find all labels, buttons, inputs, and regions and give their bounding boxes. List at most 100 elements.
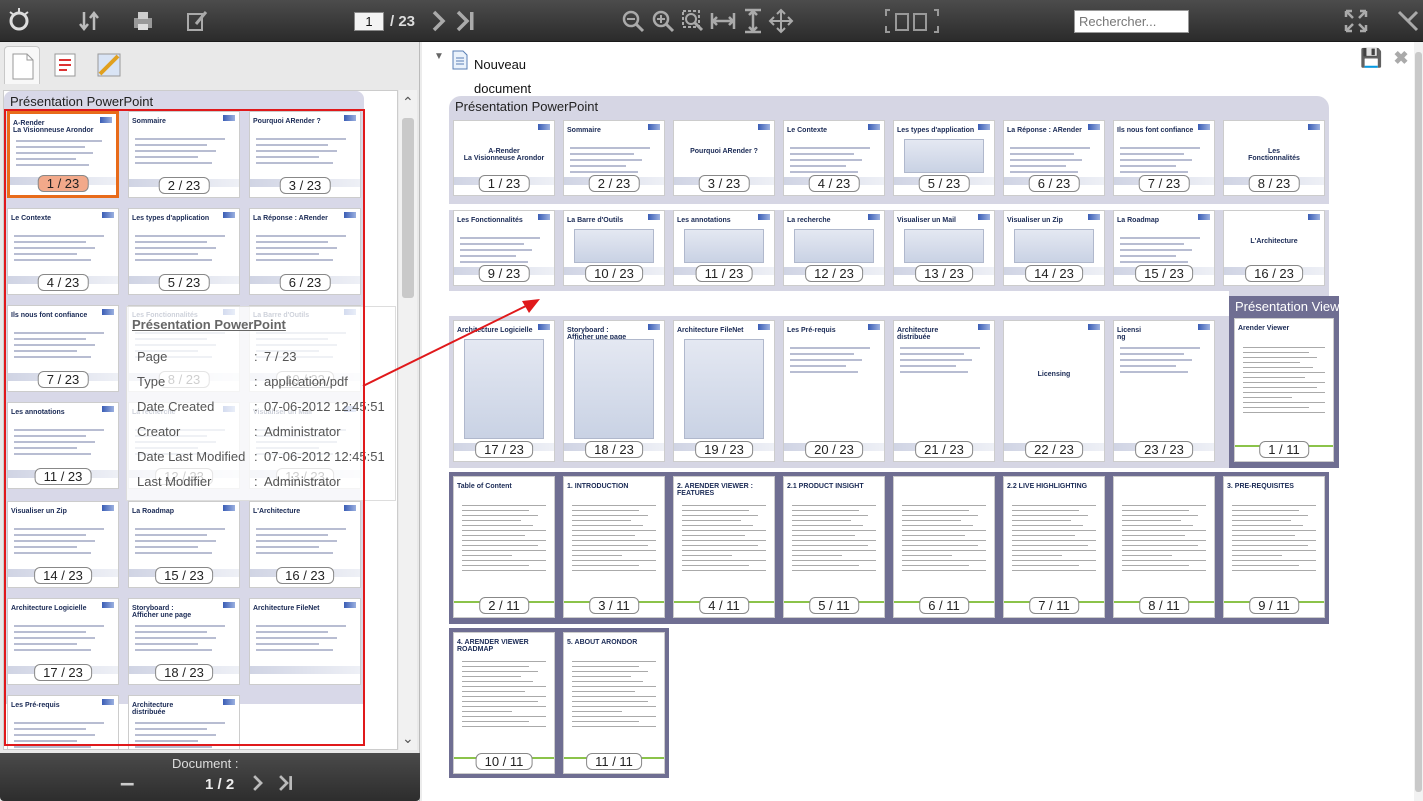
thumbnail-title: Les Pré-requis: [787, 327, 836, 334]
page-thumbnail[interactable]: La Roadmap 15 / 23: [1113, 210, 1215, 286]
tools-icon[interactable]: [1395, 8, 1421, 34]
page-thumbnail[interactable]: 4. ARENDER VIEWER ROADMAP 10 / 11: [453, 632, 555, 774]
left-panel: Présentation PowerPoint A-Render La Visi…: [0, 42, 420, 801]
page-label: 2 / 23: [588, 175, 640, 192]
page-thumbnail[interactable]: 6 / 11: [893, 476, 995, 618]
page-label: 14 / 23: [1025, 265, 1083, 282]
brand-logo-icon: [1088, 124, 1100, 130]
page-thumbnail[interactable]: Les Fonctionnalités 8 / 23: [1223, 120, 1325, 196]
page-thumbnail[interactable]: Arender Viewer 1 / 11: [1234, 318, 1334, 462]
tab-annotations[interactable]: [48, 46, 84, 84]
fullscreen-icon[interactable]: [1343, 8, 1369, 34]
previous-document-icon[interactable]: –: [120, 767, 134, 798]
page-thumbnail[interactable]: 8 / 11: [1113, 476, 1215, 618]
thumbnail-title: La Roadmap: [1117, 217, 1160, 224]
fit-width-icon[interactable]: [710, 8, 736, 34]
left-scrollbar[interactable]: ⌃ ⌄: [399, 90, 417, 750]
scroll-down-icon[interactable]: ⌄: [402, 730, 414, 747]
sort-arrows-icon[interactable]: [76, 8, 102, 34]
page-thumbnail[interactable]: Pourquoi ARender ? 3 / 23: [673, 120, 775, 196]
brand-logo-icon: [868, 214, 880, 220]
page-thumbnail[interactable]: Licensing 22 / 23: [1003, 320, 1105, 462]
page-label: 11 / 23: [695, 265, 753, 282]
brand-logo-icon: [648, 124, 660, 130]
next-page-icon[interactable]: [425, 8, 451, 34]
thumbnail-title: Ils nous font confiance: [1117, 127, 1194, 134]
scroll-up-icon[interactable]: ⌃: [402, 94, 414, 111]
right-group-title: Présentation PowerPoint: [455, 99, 599, 114]
fit-height-icon[interactable]: [740, 8, 766, 34]
page-label: 9 / 23: [478, 265, 530, 282]
page-thumbnail[interactable]: La Réponse : ARender 6 / 23: [1003, 120, 1105, 196]
document-title[interactable]: Nouveau document: [474, 53, 544, 101]
page-thumbnail[interactable]: L'Architecture 16 / 23: [1223, 210, 1325, 286]
page-thumbnail[interactable]: A-Render La Visionneuse Arondor 1 / 23: [453, 120, 555, 196]
page-thumbnail[interactable]: 3. PRE-REQUISITES 9 / 11: [1223, 476, 1325, 618]
page-thumbnail[interactable]: Ils nous font confiance 7 / 23: [1113, 120, 1215, 196]
page-thumbnail[interactable]: Storyboard : Afficher une page 18 / 23: [563, 320, 665, 462]
edit-icon[interactable]: [184, 8, 210, 34]
brand-logo-icon: [978, 124, 990, 130]
page-thumbnail[interactable]: Table of Content 2 / 11: [453, 476, 555, 618]
thumbnail-title: 5. ABOUT ARONDOR: [567, 639, 638, 646]
slide-image: [1014, 229, 1094, 263]
document-navigation: Document : – 1 / 2: [0, 753, 420, 801]
slide-image: [904, 139, 984, 173]
page-thumbnail[interactable]: 5. ABOUT ARONDOR 11 / 11: [563, 632, 665, 774]
page-thumbnail[interactable]: 1. INTRODUCTION 3 / 11: [563, 476, 665, 618]
page-thumbnail[interactable]: Architecture distribuée 21 / 23: [893, 320, 995, 462]
zoom-out-icon[interactable]: [620, 8, 646, 34]
tab-thumbnails[interactable]: [4, 46, 40, 84]
collapse-arrow-icon[interactable]: ▼: [434, 51, 444, 62]
last-page-icon[interactable]: [453, 8, 479, 34]
brand-logo-icon: [868, 324, 880, 330]
close-icon[interactable]: ✖: [1393, 48, 1408, 68]
page-thumbnail[interactable]: Les Fonctionnalités 9 / 23: [453, 210, 555, 286]
page-thumbnail[interactable]: 2.2 LIVE HIGHLIGHTING 7 / 11: [1003, 476, 1105, 618]
page-thumbnail[interactable]: La recherche 12 / 23: [783, 210, 885, 286]
page-thumbnail[interactable]: Les Pré-requis 20 / 23: [783, 320, 885, 462]
page-thumbnail[interactable]: 2.1 PRODUCT INSIGHT 5 / 11: [783, 476, 885, 618]
brand-logo-icon: [648, 214, 660, 220]
page-thumbnail[interactable]: Le Contexte 4 / 23: [783, 120, 885, 196]
page-thumbnail[interactable]: Visualiser un Mail 13 / 23: [893, 210, 995, 286]
page-thumbnail[interactable]: Visualiser un Zip 14 / 23: [1003, 210, 1105, 286]
brand-logo-icon: [758, 324, 770, 330]
page-thumbnail[interactable]: Les types d'application 5 / 23: [893, 120, 995, 196]
page-label: 6 / 23: [1028, 175, 1080, 192]
zoom-in-icon[interactable]: [650, 8, 676, 34]
compare-pages-icon[interactable]: [884, 8, 940, 34]
page-label: 18 / 23: [585, 441, 643, 458]
thumbnail-title: Sommaire: [567, 127, 601, 134]
page-label: 5 / 11: [809, 597, 859, 614]
page-thumbnail[interactable]: Architecture FileNet 19 / 23: [673, 320, 775, 462]
page-thumbnail[interactable]: Licensi ng 23 / 23: [1113, 320, 1215, 462]
thumbnail-title: La recherche: [787, 217, 831, 224]
brand-logo-icon: [1198, 214, 1210, 220]
scroll-thumb[interactable]: [402, 118, 414, 298]
zoom-box-icon[interactable]: [680, 8, 706, 34]
page-label: 20 / 23: [805, 441, 863, 458]
search-input[interactable]: [1074, 10, 1189, 33]
print-icon[interactable]: [130, 8, 156, 34]
thumbnail-title: Architecture Logicielle: [457, 327, 533, 334]
page-label: 23 / 23: [1135, 441, 1193, 458]
page-thumbnail[interactable]: La Barre d'Outils 10 / 23: [563, 210, 665, 286]
save-icon[interactable]: 💾: [1360, 48, 1382, 68]
page-label: 16 / 23: [1245, 265, 1303, 282]
page-label: 3 / 11: [589, 597, 639, 614]
tab-drawing[interactable]: [92, 46, 128, 84]
thumbnail-title: Table of Content: [457, 483, 512, 490]
page-thumbnail[interactable]: Architecture Logicielle 17 / 23: [453, 320, 555, 462]
page-thumbnail[interactable]: 2. ARENDER VIEWER : FEATURES 4 / 11: [673, 476, 775, 618]
page-thumbnail[interactable]: Sommaire 2 / 23: [563, 120, 665, 196]
pan-icon[interactable]: [768, 8, 794, 34]
slide-image: [684, 229, 764, 263]
page-thumbnail[interactable]: Les annotations 11 / 23: [673, 210, 775, 286]
brand-logo-icon: [758, 124, 770, 130]
right-scrollbar[interactable]: [1414, 42, 1423, 801]
last-document-icon[interactable]: [276, 773, 298, 793]
page-number-input[interactable]: 1: [354, 12, 384, 31]
next-document-icon[interactable]: [248, 773, 268, 793]
notes-icon: [54, 53, 76, 77]
